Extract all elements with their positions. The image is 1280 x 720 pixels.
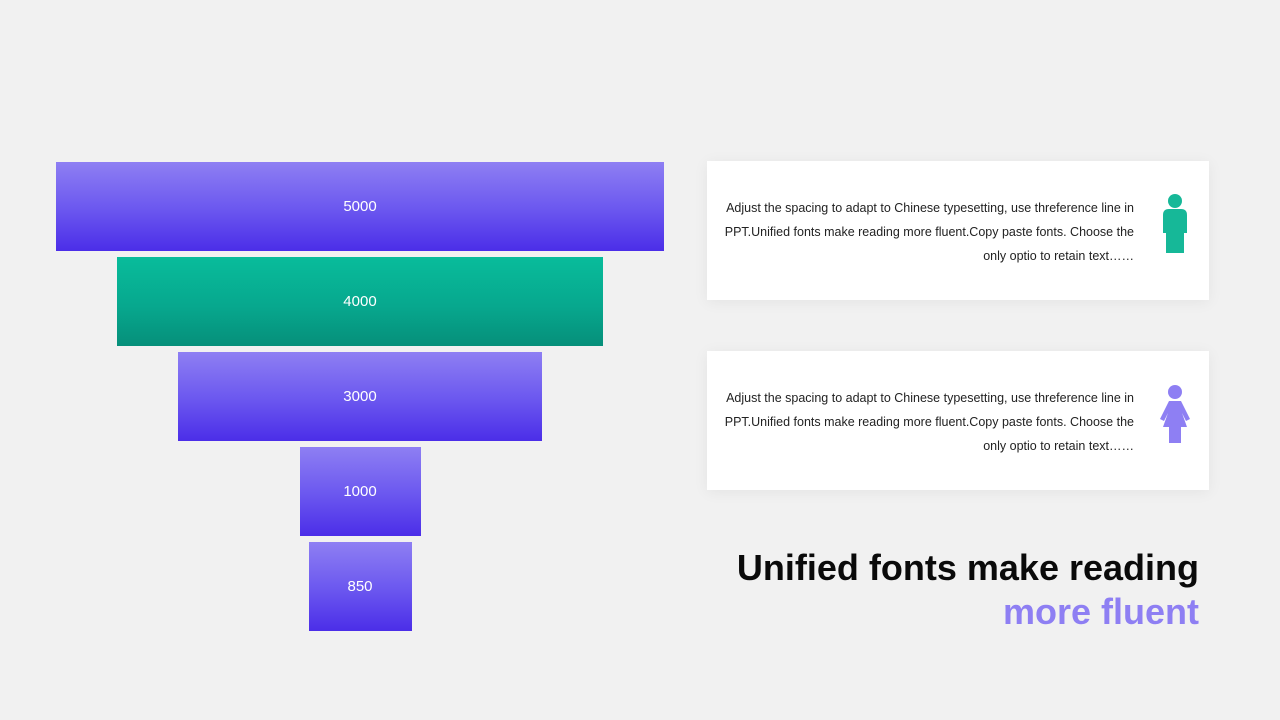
headline-line-1: Unified fonts make reading xyxy=(736,547,1199,588)
funnel-bar-1: 5000 xyxy=(56,162,664,251)
info-card-1-text: Adjust the spacing to adapt to Chinese t… xyxy=(724,201,1134,263)
funnel-bar-4: 1000 xyxy=(299,447,421,536)
funnel-chart: 5000 4000 3000 1000 850 xyxy=(0,0,720,720)
funnel-bar-label: 850 xyxy=(347,578,373,595)
info-card-2-text: Adjust the spacing to adapt to Chinese t… xyxy=(724,391,1134,453)
funnel-bar-5: 850 xyxy=(308,542,412,631)
info-card-1: Adjust the spacing to adapt to Chinese t… xyxy=(707,161,1209,300)
funnel-bar-label: 5000 xyxy=(343,198,377,215)
headline-line-2: more fluent xyxy=(1002,591,1199,632)
male-person-icon xyxy=(1155,193,1195,257)
funnel-bar-label: 4000 xyxy=(343,293,377,310)
funnel-bar-label: 1000 xyxy=(343,483,377,500)
funnel-bar-2: 4000 xyxy=(116,257,604,346)
funnel-bar-3: 3000 xyxy=(177,352,543,441)
headline: Unified fonts make reading more fluent xyxy=(737,546,1199,634)
info-card-2: Adjust the spacing to adapt to Chinese t… xyxy=(707,351,1209,490)
funnel-bar-label: 3000 xyxy=(343,388,377,405)
female-person-icon xyxy=(1155,383,1195,447)
